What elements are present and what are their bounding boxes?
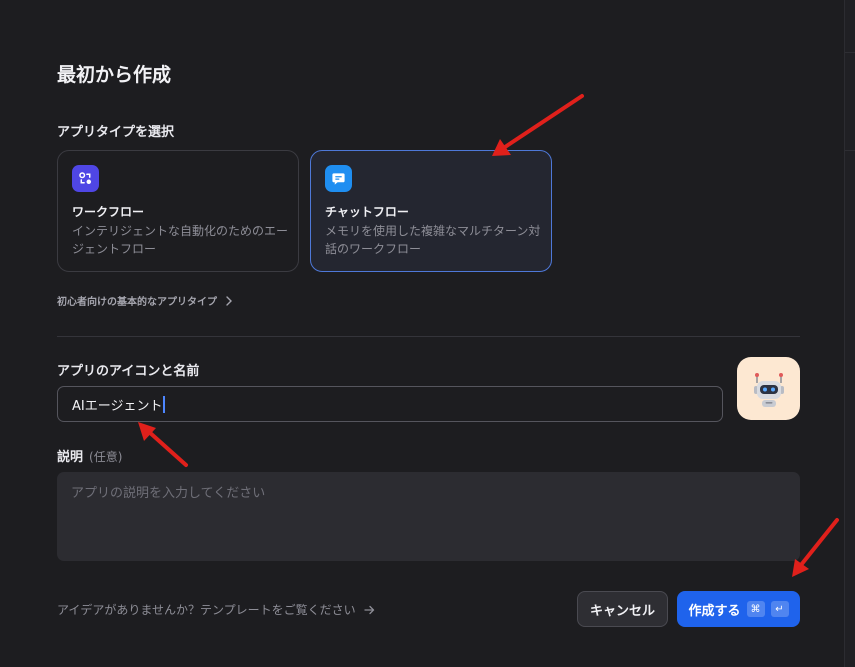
enter-key-icon: ↵	[770, 601, 789, 617]
chat-bubble-icon	[325, 165, 352, 192]
section-divider	[57, 336, 800, 337]
app-type-card-chatflow[interactable]: チャットフロー メモリを使用した複雑なマルチターン対話のワークフロー	[310, 150, 552, 272]
panel-edge-line	[845, 150, 855, 151]
app-name-value: AIエージェント	[72, 398, 163, 414]
basic-app-types-label: 初心者向けの基本的なアプリタイプ	[57, 297, 217, 308]
cancel-button[interactable]: キャンセル	[577, 591, 668, 627]
description-textarea[interactable]: アプリの説明を入力してください	[57, 472, 800, 561]
cancel-button-label: キャンセル	[589, 603, 655, 619]
annotation-arrows	[138, 94, 839, 577]
template-link-label: アイデアがありませんか？テンプレートをご覧ください	[57, 603, 356, 617]
create-button[interactable]: 作成する ⌘ ↵	[677, 591, 800, 627]
card-description: メモリを使用した複雑なマルチターン対話のワークフロー	[325, 224, 541, 256]
basic-app-types-link[interactable]: 初心者向けの基本的なアプリタイプ	[57, 293, 233, 308]
app-name-input[interactable]: AIエージェント	[57, 386, 723, 422]
app-type-label: アプリタイプを選択	[57, 125, 175, 140]
annotation-arrow-chatflow	[492, 94, 584, 156]
optional-tag: (任意)	[89, 450, 123, 464]
arrow-right-icon	[364, 605, 375, 614]
panel-edge-line	[845, 52, 855, 53]
name-label: アプリのアイコンと名前	[57, 364, 200, 379]
workflow-icon	[72, 165, 99, 192]
card-title: ワークフロー	[72, 205, 145, 219]
text-caret	[163, 395, 165, 413]
template-link[interactable]: アイデアがありませんか？テンプレートをご覧ください	[57, 601, 375, 618]
robot-icon	[753, 372, 784, 407]
annotation-arrow-name	[138, 422, 188, 467]
side-panel-edge	[844, 0, 855, 667]
card-description: インテリジェントな自動化のためのエージェントフロー	[72, 224, 289, 256]
app-icon-picker[interactable]	[737, 357, 800, 420]
app-type-card-workflow[interactable]: ワークフロー インテリジェントな自動化のためのエージェントフロー	[57, 150, 299, 272]
create-button-label: 作成する	[688, 603, 741, 619]
chevron-right-icon	[226, 295, 232, 306]
description-placeholder: アプリの説明を入力してください	[71, 486, 266, 501]
card-title: チャットフロー	[325, 205, 409, 219]
dialog-title: 最初から作成	[57, 64, 172, 86]
description-label-text: 説明	[57, 450, 84, 465]
command-key-icon: ⌘	[746, 601, 765, 617]
description-label: 説明 (任意)	[57, 446, 122, 465]
